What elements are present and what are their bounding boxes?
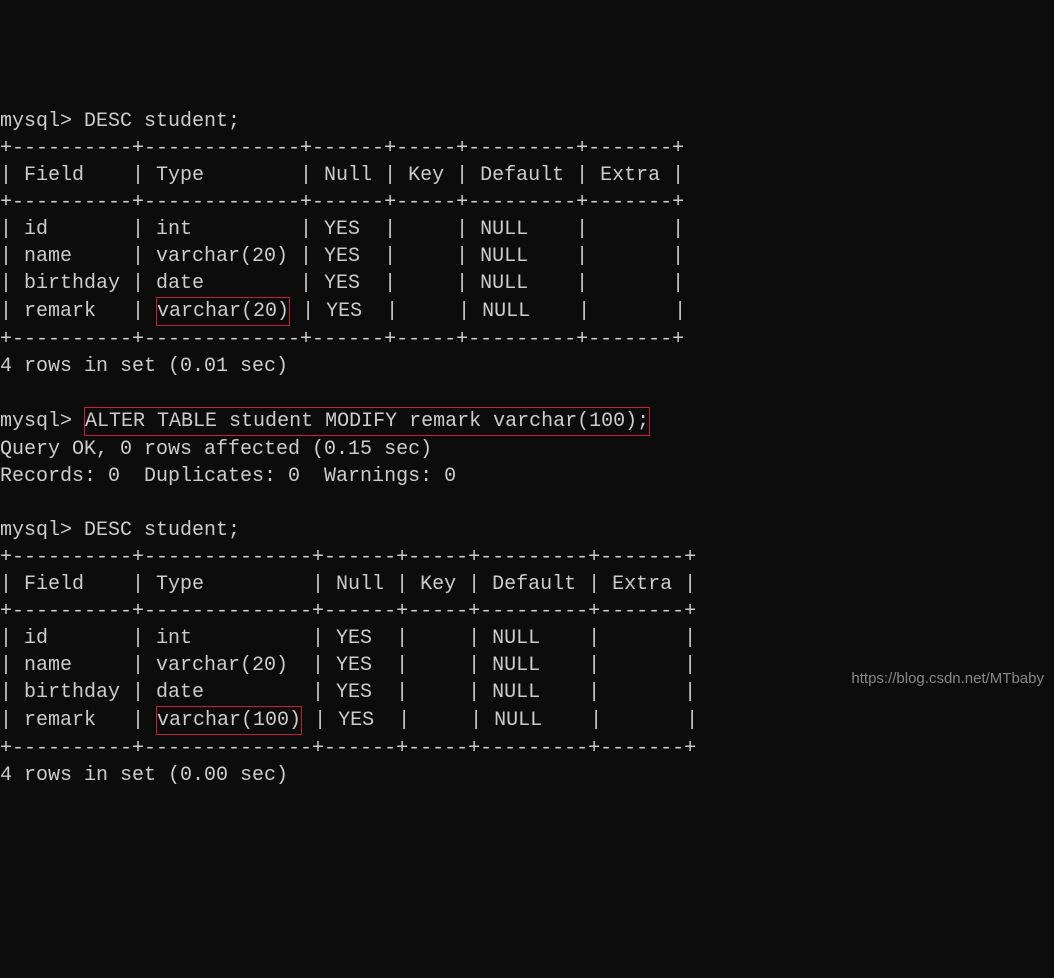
watermark-text: https://blog.csdn.net/MTbaby xyxy=(851,669,1044,689)
table1-border-top: +----------+-------------+------+-----+-… xyxy=(0,137,684,160)
result-queryok: Query OK, 0 rows affected (0.15 sec) xyxy=(0,438,432,461)
table2-border-mid: +----------+--------------+------+-----+… xyxy=(0,600,696,623)
table2-row-birthday: | birthday | date | YES | | NULL | | xyxy=(0,681,696,704)
table1-row-remark-suffix: | YES | | NULL | | xyxy=(290,300,686,323)
table2-row-remark-prefix: | remark | xyxy=(0,709,156,732)
table1-border-mid: +----------+-------------+------+-----+-… xyxy=(0,191,684,214)
highlight-varchar20: varchar(20) xyxy=(156,297,290,326)
highlight-alter-command: ALTER TABLE student MODIFY remark varcha… xyxy=(84,407,650,436)
table2-row-remark-suffix: | YES | | NULL | | xyxy=(302,709,698,732)
table1-header: | Field | Type | Null | Key | Default | … xyxy=(0,164,684,187)
table2-border-bottom: +----------+--------------+------+-----+… xyxy=(0,737,696,760)
result-rows2: 4 rows in set (0.00 sec) xyxy=(0,764,288,787)
table2-header: | Field | Type | Null | Key | Default | … xyxy=(0,573,696,596)
mysql-prompt: mysql> xyxy=(0,519,72,542)
highlight-varchar100: varchar(100) xyxy=(156,706,302,735)
result-records: Records: 0 Duplicates: 0 Warnings: 0 xyxy=(0,465,456,488)
sql-command-desc2: DESC student; xyxy=(84,519,240,542)
sql-command-desc1: DESC student; xyxy=(84,110,240,133)
table1-row-remark-prefix: | remark | xyxy=(0,300,156,323)
table2-border-top: +----------+--------------+------+-----+… xyxy=(0,546,696,569)
table1-row-birthday: | birthday | date | YES | | NULL | | xyxy=(0,272,684,295)
mysql-prompt: mysql> xyxy=(0,110,72,133)
result-rows1: 4 rows in set (0.01 sec) xyxy=(0,355,288,378)
table1-row-name: | name | varchar(20) | YES | | NULL | | xyxy=(0,245,684,268)
table1-border-bottom: +----------+-------------+------+-----+-… xyxy=(0,328,684,351)
table1-row-id: | id | int | YES | | NULL | | xyxy=(0,218,684,241)
table2-row-id: | id | int | YES | | NULL | | xyxy=(0,627,696,650)
mysql-prompt: mysql> xyxy=(0,410,72,433)
table2-row-name: | name | varchar(20) | YES | | NULL | | xyxy=(0,654,696,677)
